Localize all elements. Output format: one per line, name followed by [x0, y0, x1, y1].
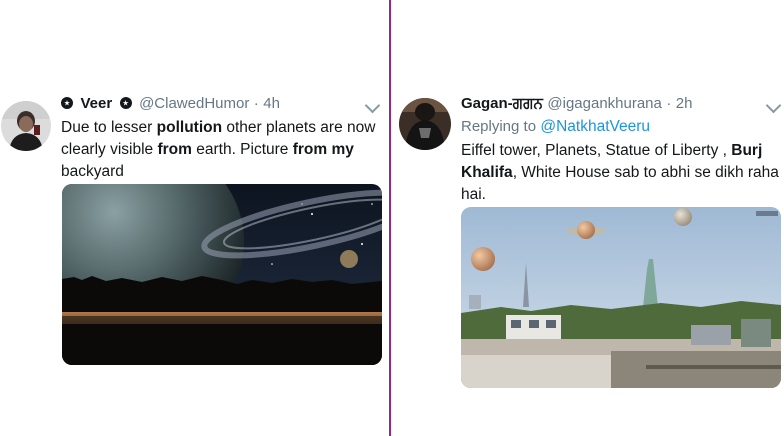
display-name[interactable]: Gagan-ਗਗਨ	[461, 95, 543, 112]
separator: ·	[666, 95, 672, 112]
tweet-text: Due to lesser pollution other planets ar…	[61, 119, 376, 180]
display-name[interactable]: Veer	[80, 95, 112, 112]
avatar[interactable]	[399, 98, 451, 150]
tweet-header: Gagan-ਗਗਨ @igagankhurana · 2h	[461, 95, 692, 113]
tweet-right: Gagan-ਗਗਨ @igagankhurana · 2h Replying t…	[391, 0, 784, 436]
tweet-text: Eiffel tower, Planets, Statue of Liberty…	[461, 142, 779, 203]
timestamp[interactable]: 4h	[263, 95, 280, 112]
chevron-down-icon[interactable]	[765, 97, 782, 114]
tweet-image[interactable]	[461, 207, 781, 388]
verified-badge-icon	[119, 97, 132, 109]
tweet-left: Veer @ClawedHumor · 4h Due to lesser pol…	[0, 0, 389, 436]
tweet-image[interactable]	[62, 184, 382, 365]
separator: ·	[253, 95, 259, 112]
reply-mention-link[interactable]: @NatkhatVeeru	[540, 118, 650, 135]
tweet-header: Veer @ClawedHumor · 4h	[61, 95, 280, 113]
avatar[interactable]	[1, 101, 51, 151]
replying-to: Replying to @NatkhatVeeru	[461, 118, 651, 135]
chevron-down-icon[interactable]	[364, 97, 381, 114]
timestamp[interactable]: 2h	[676, 95, 693, 112]
verified-badge-icon	[61, 97, 73, 109]
handle[interactable]: @ClawedHumor	[139, 95, 249, 112]
handle[interactable]: @igagankhurana	[547, 95, 661, 112]
